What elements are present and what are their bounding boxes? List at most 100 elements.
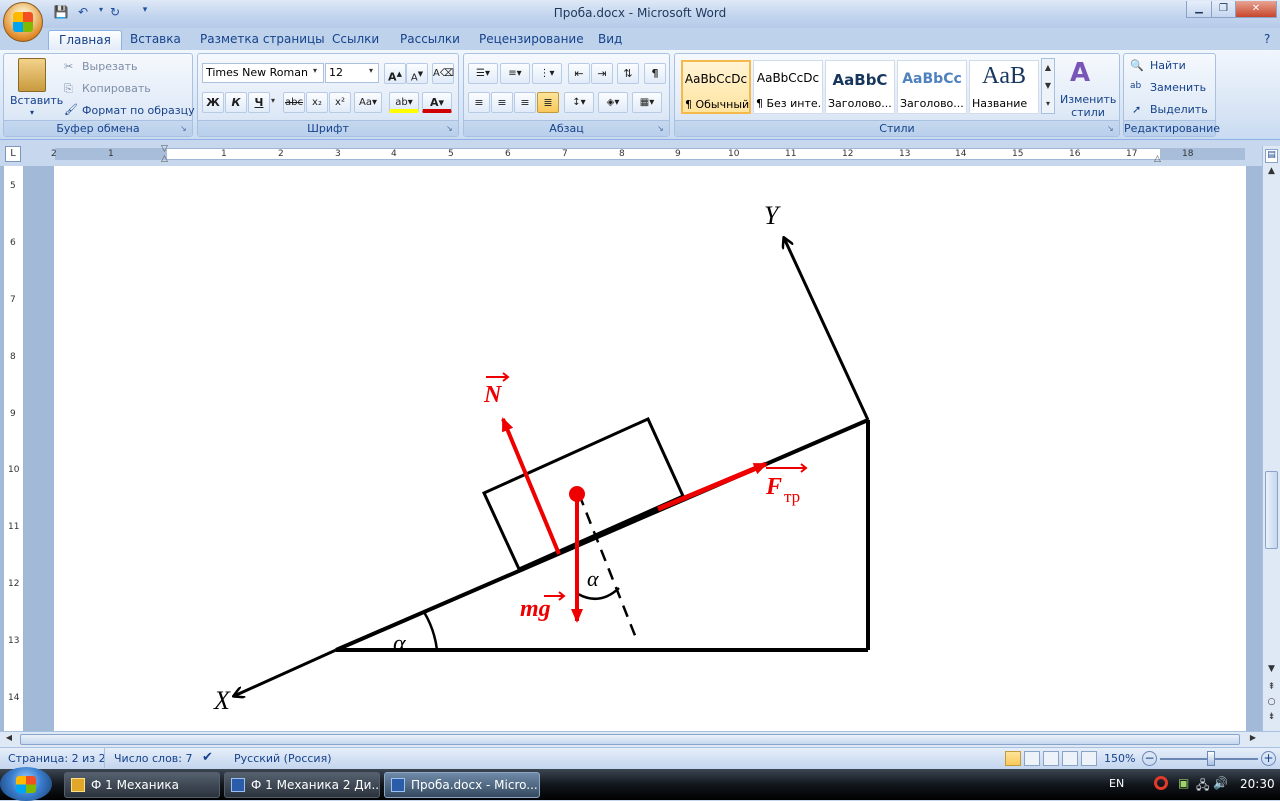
shading-icon[interactable]: ◈▾ — [598, 92, 628, 113]
superscript-icon[interactable]: x² — [329, 92, 351, 113]
vertical-ruler[interactable]: 5 6 7 8 9 10 11 12 13 14 — [4, 166, 24, 731]
proofing-icon[interactable]: ✔ — [202, 750, 213, 765]
show-marks-icon[interactable]: ¶ — [644, 63, 666, 84]
change-case-icon[interactable]: Aa▾ — [354, 92, 382, 113]
format-painter-icon[interactable]: 🖌 — [64, 103, 78, 116]
next-page-icon[interactable]: ⇟ — [1264, 712, 1279, 726]
font-name-field[interactable]: Times New Roman — [202, 63, 324, 83]
taskbar-item-proba[interactable]: Проба.docx - Micro... — [384, 772, 540, 798]
highlight-icon[interactable]: ab▾ — [389, 92, 419, 113]
quick-access-customize-icon[interactable]: ▾ — [136, 5, 154, 21]
office-button[interactable] — [3, 2, 43, 42]
input-language[interactable]: EN — [1109, 777, 1124, 790]
multilevel-list-icon[interactable]: ⋮▾ — [532, 63, 562, 84]
undo-icon[interactable]: ↶ — [74, 5, 92, 21]
style-title[interactable]: AaB Название — [969, 60, 1039, 114]
first-line-indent-marker[interactable]: ▽ — [161, 144, 168, 154]
style-no-spacing[interactable]: AaBbCcDc ¶ Без инте... — [753, 60, 823, 114]
web-layout-icon[interactable] — [1043, 751, 1059, 766]
paragraph-dialog-launcher-icon[interactable]: ↘ — [657, 124, 667, 134]
sort-icon[interactable]: ⇅ — [617, 63, 639, 84]
tab-page-layout[interactable]: Разметка страницы — [190, 30, 335, 50]
horizontal-ruler[interactable]: L 2 1 1 2 3 4 5 6 7 8 9 10 11 12 13 14 1… — [0, 140, 1280, 166]
scroll-up-icon[interactable]: ▲ — [1264, 166, 1279, 182]
styles-gallery-scroll[interactable]: ▲ ▼ ▾ — [1041, 58, 1055, 114]
scroll-right-icon[interactable]: ▶ — [1246, 733, 1260, 746]
justify-icon[interactable]: ≣ — [537, 92, 559, 113]
style-heading-1[interactable]: AaBbC Заголово... — [825, 60, 895, 114]
bold-icon[interactable]: Ж — [202, 92, 224, 113]
vertical-scroll-thumb[interactable] — [1265, 471, 1278, 549]
zoom-out-icon[interactable]: − — [1142, 751, 1157, 766]
document-page[interactable]: X Y α α N F тр mg — [54, 166, 1246, 731]
horizontal-scrollbar[interactable]: ◀ ▶ — [0, 731, 1280, 747]
tab-selector-icon[interactable]: L — [5, 146, 21, 162]
cut-button[interactable]: Вырезать — [82, 60, 137, 73]
styles-dialog-launcher-icon[interactable]: ↘ — [1107, 124, 1117, 134]
find-button[interactable]: Найти — [1150, 59, 1186, 72]
tab-references[interactable]: Ссылки — [322, 30, 389, 50]
horizontal-scroll-thumb[interactable] — [20, 734, 1240, 745]
save-icon[interactable]: 💾 — [52, 5, 70, 21]
tab-mailings[interactable]: Рассылки — [390, 30, 470, 50]
tab-review[interactable]: Рецензирование — [469, 30, 594, 50]
tray-app-icon[interactable] — [1154, 776, 1168, 790]
right-indent-marker[interactable]: △ — [1154, 154, 1161, 164]
increase-indent-icon[interactable]: ⇥ — [591, 63, 613, 84]
shrink-font-icon[interactable]: A▼ — [406, 63, 428, 84]
zoom-in-icon[interactable]: + — [1261, 751, 1276, 766]
change-styles-button[interactable]: Изменить стили — [1060, 93, 1116, 119]
restore-button[interactable]: ❐ — [1211, 1, 1236, 18]
close-button[interactable]: ✕ — [1235, 1, 1277, 18]
select-button[interactable]: Выделить — [1150, 103, 1208, 116]
font-name-dropdown-icon[interactable]: ▾ — [313, 66, 317, 75]
previous-page-icon[interactable]: ⇞ — [1264, 682, 1279, 696]
ruler-toggle-icon[interactable]: ▤ — [1265, 149, 1278, 163]
format-painter-button[interactable]: Формат по образцу — [82, 104, 195, 117]
zoom-level[interactable]: 150% — [1104, 752, 1135, 765]
numbering-icon[interactable]: ≡▾ — [500, 63, 530, 84]
zoom-slider-thumb[interactable] — [1207, 751, 1215, 766]
subscript-icon[interactable]: x₂ — [306, 92, 328, 113]
cut-icon[interactable]: ✂ — [64, 60, 73, 73]
left-indent-marker[interactable]: △ — [161, 154, 168, 164]
align-center-icon[interactable]: ≡ — [491, 92, 513, 113]
clock[interactable]: 20:30 — [1240, 777, 1275, 791]
taskbar-item-mechanics-1[interactable]: Ф 1 Механика — [64, 772, 220, 798]
borders-icon[interactable]: ▦▾ — [632, 92, 662, 113]
line-spacing-icon[interactable]: ↕▾ — [564, 92, 594, 113]
word-count[interactable]: Число слов: 7 — [114, 752, 193, 765]
clipboard-dialog-launcher-icon[interactable]: ↘ — [180, 124, 190, 134]
volume-icon[interactable]: 🔊 — [1213, 776, 1228, 790]
select-icon[interactable]: ➚ — [1132, 103, 1141, 116]
network-icon[interactable]: 🖧 — [1196, 776, 1209, 797]
font-color-icon[interactable]: A▾ — [422, 92, 452, 113]
align-right-icon[interactable]: ≡ — [514, 92, 536, 113]
browse-object-icon[interactable]: ○ — [1264, 697, 1279, 711]
draft-view-icon[interactable] — [1081, 751, 1097, 766]
vertical-scrollbar[interactable]: ▤ ▲ ▼ ⇞ ○ ⇟ — [1262, 146, 1280, 731]
decrease-indent-icon[interactable]: ⇤ — [568, 63, 590, 84]
style-normal[interactable]: AaBbCcDc ¶ Обычный — [681, 60, 751, 114]
tab-view[interactable]: Вид — [588, 30, 632, 50]
tab-home[interactable]: Главная — [48, 30, 122, 50]
copy-icon[interactable]: ⎘ — [64, 82, 73, 96]
replace-button[interactable]: Заменить — [1150, 81, 1206, 94]
underline-icon[interactable]: Ч — [248, 92, 270, 113]
help-icon[interactable]: ? — [1264, 32, 1270, 46]
bullets-icon[interactable]: ☰▾ — [468, 63, 498, 84]
redo-icon[interactable]: ↻ — [106, 5, 124, 21]
paste-icon[interactable] — [18, 58, 46, 92]
scroll-down-icon[interactable]: ▼ — [1264, 664, 1279, 680]
print-layout-icon[interactable] — [1005, 751, 1021, 766]
start-button[interactable] — [0, 767, 52, 801]
tray-safely-remove-icon[interactable]: ▣ — [1178, 776, 1189, 790]
page-count[interactable]: Страница: 2 из 2 — [8, 752, 106, 765]
outline-view-icon[interactable] — [1062, 751, 1078, 766]
grow-font-icon[interactable]: A▲ — [384, 63, 406, 84]
underline-dropdown-icon[interactable]: ▾ — [271, 96, 275, 105]
change-styles-icon[interactable]: A — [1070, 58, 1090, 88]
minimize-button[interactable]: ▁ — [1186, 1, 1212, 18]
style-heading-2[interactable]: AaBbCc Заголово... — [897, 60, 967, 114]
tab-insert[interactable]: Вставка — [120, 30, 191, 50]
